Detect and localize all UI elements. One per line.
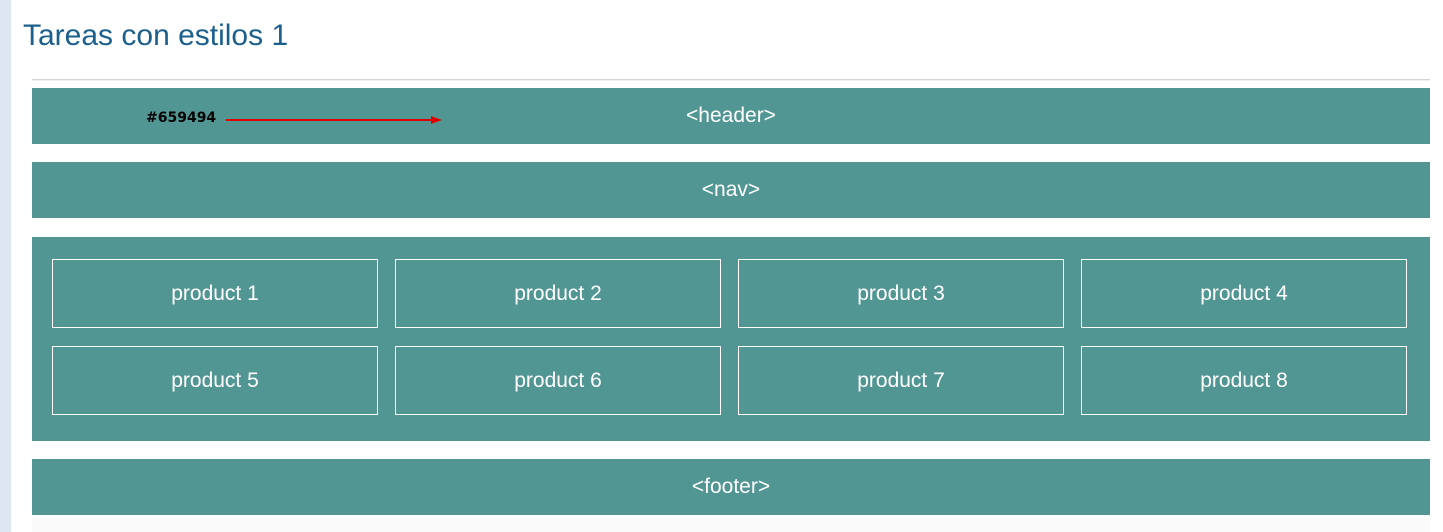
- arrow-right-icon: [226, 116, 442, 124]
- product-card: product 7: [738, 346, 1064, 415]
- product-label: product 6: [514, 368, 602, 392]
- product-card: product 2: [395, 259, 721, 328]
- title-divider: [32, 79, 1430, 81]
- left-border-strip: [0, 0, 11, 532]
- header-label: <header>: [686, 104, 776, 127]
- product-card: product 1: [52, 259, 378, 328]
- product-card: product 8: [1081, 346, 1407, 415]
- nav-label: <nav>: [701, 178, 761, 201]
- product-card: product 6: [395, 346, 721, 415]
- products-section: product 1 product 2 product 3 product 4 …: [32, 237, 1430, 441]
- product-label: product 2: [514, 281, 602, 305]
- page-title: Tareas con estilos 1: [23, 19, 289, 52]
- footer-box: <footer>: [32, 459, 1430, 515]
- product-label: product 8: [1200, 368, 1288, 392]
- product-label: product 1: [171, 281, 259, 305]
- product-label: product 3: [857, 281, 945, 305]
- product-card: product 4: [1081, 259, 1407, 328]
- product-label: product 7: [857, 368, 945, 392]
- color-code-annotation: #659494: [146, 110, 217, 126]
- nav-box: <nav>: [32, 162, 1430, 218]
- product-card: product 5: [52, 346, 378, 415]
- page-bottom-area: [32, 518, 1430, 532]
- product-card: product 3: [738, 259, 1064, 328]
- footer-label: <footer>: [691, 475, 771, 498]
- product-label: product 4: [1200, 281, 1288, 305]
- product-label: product 5: [171, 368, 259, 392]
